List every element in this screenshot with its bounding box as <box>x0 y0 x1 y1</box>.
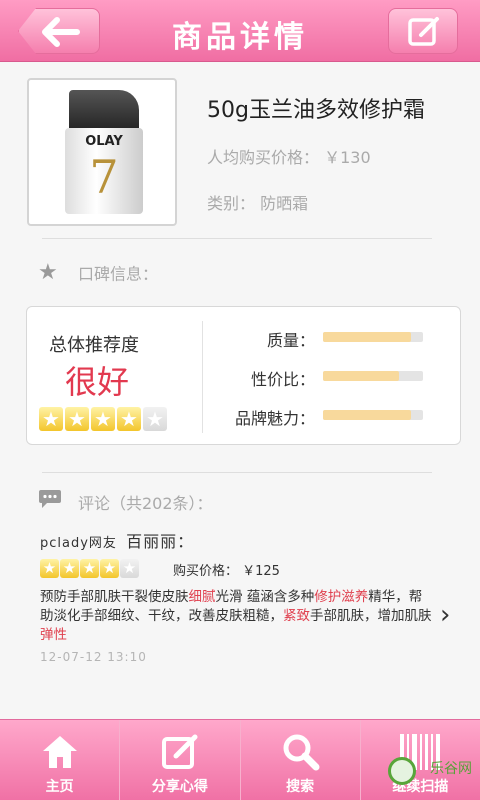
product-number-text: 7 <box>89 150 119 204</box>
divider <box>42 238 432 239</box>
overall-star-rating: ★ ★ ★ ★ ★ <box>39 407 167 431</box>
metric-value-bar <box>323 371 423 381</box>
watermark-text: 乐谷网 <box>430 761 472 777</box>
product-brand-text: OLAY <box>85 134 123 149</box>
chevron-right-icon[interactable]: › <box>440 600 450 630</box>
star-filled-icon: ★ <box>100 559 119 578</box>
header-bar: 商品详情 <box>0 0 480 62</box>
comment-nickname: 百丽丽： <box>126 532 195 551</box>
comment-user: pclady网友 百丽丽： <box>40 528 194 552</box>
nav-scan-label: 继续扫描 <box>392 779 449 795</box>
star-filled-icon: ★ <box>91 407 115 431</box>
home-icon <box>42 736 77 768</box>
nav-search-label: 搜索 <box>286 779 315 795</box>
comment-body: 预防手部肌肤干裂使皮肤细腻光滑 蕴涵含多种修护滋养精华，帮助淡化手部细纹、干纹，… <box>40 588 435 645</box>
product-image: OLAY 7 <box>27 78 177 226</box>
star-empty-icon: ★ <box>143 407 167 431</box>
comment-highlight: 细腻 <box>188 589 216 605</box>
rating-card: 总体推荐度 很好 ★ ★ ★ ★ ★ 质量： 性价比： 品牌魅力： <box>26 306 461 445</box>
star-filled-icon: ★ <box>80 559 99 578</box>
product-name: 50g玉兰油多效修护霜 <box>207 98 425 123</box>
star-filled-icon: ★ <box>40 559 59 578</box>
product-category: 类别： 防晒霜 <box>207 194 309 213</box>
comment-highlight: 紧致 <box>283 608 310 624</box>
comment-star-rating: ★ ★ ★ ★ ★ <box>40 559 139 578</box>
chat-bubble-icon <box>38 488 64 516</box>
comment-text-segment: 手部肌肤，增加肌肤 <box>310 608 432 624</box>
overall-rating-value: 很好 <box>65 363 130 401</box>
metric-brand-bar <box>323 410 423 420</box>
star-filled-icon: ★ <box>60 559 79 578</box>
comment-text-segment: 预防手部肌肤干裂使皮肤 <box>40 589 189 605</box>
nav-home-label: 主页 <box>45 779 74 795</box>
comment-highlight: 修护滋养 <box>314 589 369 605</box>
nav-home[interactable]: 主页 <box>0 720 121 800</box>
watermark-logo-icon <box>388 757 416 785</box>
comments-heading: 评论（共202条）： <box>38 488 213 516</box>
divider <box>42 472 432 473</box>
search-icon <box>283 734 320 771</box>
metric-brand-label: 品牌魅力： <box>234 409 315 428</box>
comment-text-segment: 光滑 蕴涵含多种 <box>215 589 315 605</box>
star-icon: ★ <box>38 260 58 285</box>
product-average-price: 人均购买价格： ￥130 <box>207 148 371 167</box>
nav-share-label: 分享心得 <box>151 779 208 795</box>
edit-icon <box>161 734 198 769</box>
overall-rating-label: 总体推荐度 <box>49 335 139 356</box>
reputation-heading: ★ 口碑信息： <box>38 260 159 285</box>
nav-share[interactable]: 分享心得 <box>120 720 241 800</box>
metric-quality-bar <box>323 332 423 342</box>
comment-highlight: 弹性 <box>40 627 67 643</box>
comment-time: 12-07-12 13:10 <box>40 650 147 664</box>
product-jar-illustration: OLAY 7 <box>65 90 143 218</box>
edit-icon <box>408 17 439 46</box>
nav-search[interactable]: 搜索 <box>241 720 361 800</box>
star-filled-icon: ★ <box>65 407 89 431</box>
comment-purchase-price: 购买价格： ￥125 <box>173 564 280 579</box>
comment-source: pclady网友 <box>40 536 117 551</box>
edit-button[interactable] <box>388 8 458 54</box>
metric-value-label: 性价比： <box>250 370 315 389</box>
star-filled-icon: ★ <box>117 407 141 431</box>
app-root: 商品详情 OLAY 7 50g玉兰油多效修护霜 人均购买价格： ￥130 类别：… <box>0 0 480 800</box>
star-empty-icon: ★ <box>120 559 139 578</box>
star-filled-icon: ★ <box>39 407 63 431</box>
metric-quality-label: 质量： <box>266 331 315 350</box>
